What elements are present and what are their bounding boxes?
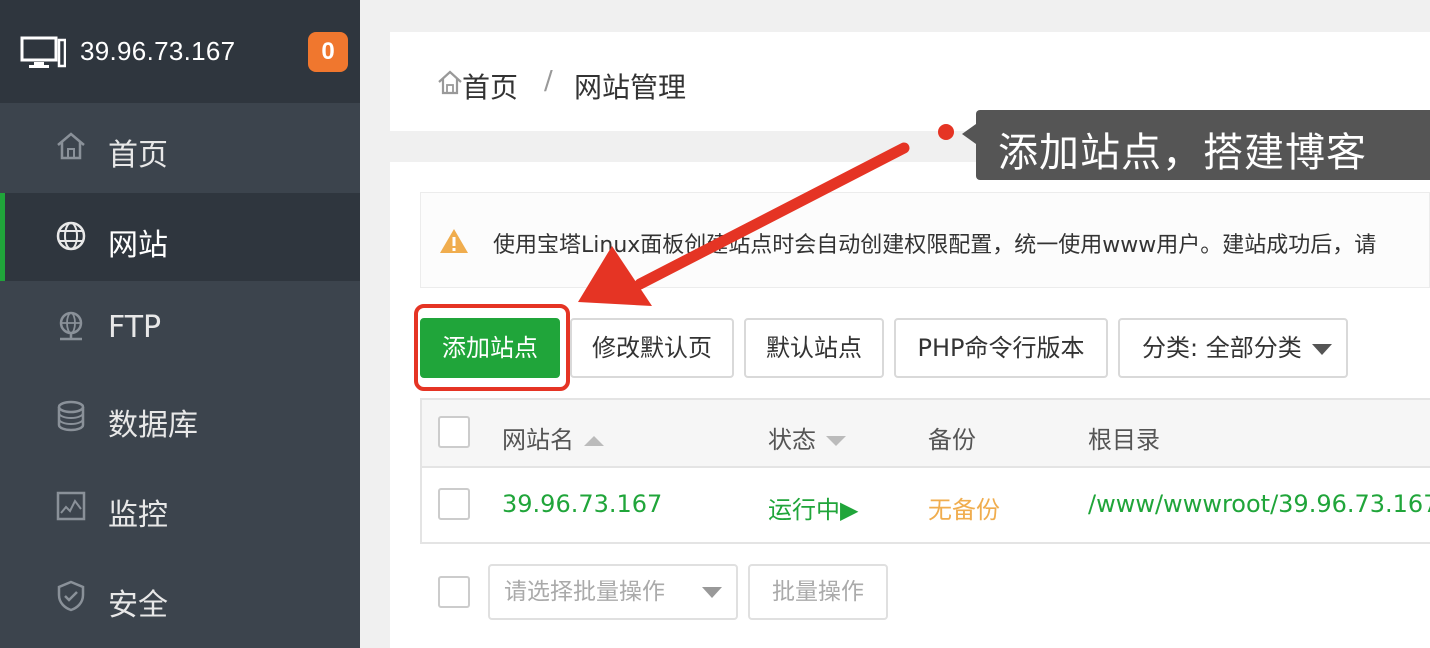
warning-icon (440, 229, 468, 253)
home-icon (438, 70, 462, 95)
breadcrumb-home-link[interactable]: 首页 (462, 66, 518, 106)
site-backup-link[interactable]: 无备份 (928, 490, 1000, 525)
batch-operation-placeholder: 请选择批量操作 (504, 579, 665, 605)
globe-icon (56, 221, 86, 251)
select-all-checkbox[interactable] (438, 416, 470, 448)
sidebar-item-label: FTP (108, 310, 162, 345)
sidebar-item-label: 数据库 (108, 408, 198, 443)
default-site-button[interactable]: 默认站点 (744, 318, 884, 378)
sidebar-item-database[interactable]: 数据库 (0, 373, 360, 461)
batch-select-all-checkbox[interactable] (438, 576, 470, 608)
php-cli-version-button[interactable]: PHP命令行版本 (894, 318, 1108, 378)
chevron-down-icon (1312, 344, 1332, 355)
server-header: 39.96.73.167 0 (0, 0, 360, 103)
site-management-panel: 使用宝塔Linux面板创建站点时会自动创建权限配置，统一使用www用户。建站成功… (390, 162, 1430, 648)
sidebar-item-security[interactable]: 安全 (0, 553, 360, 641)
sidebar-item-home[interactable]: 首页 (0, 103, 360, 191)
site-status-toggle[interactable]: 运行中▶ (768, 490, 858, 525)
site-root-link[interactable]: /www/wwwroot/39.96.73.167 (1088, 490, 1430, 518)
add-site-button[interactable]: 添加站点 (420, 318, 560, 378)
notice-text: 使用宝塔Linux面板创建站点时会自动创建权限配置，统一使用www用户。建站成功… (493, 233, 1377, 258)
sidebar-item-monitor[interactable]: 监控 (0, 463, 360, 551)
site-name-link[interactable]: 39.96.73.167 (502, 490, 662, 518)
chevron-down-icon (702, 587, 722, 598)
sidebar-item-label: 监控 (108, 498, 168, 533)
server-ip: 39.96.73.167 (80, 36, 236, 66)
sort-desc-icon (826, 436, 846, 446)
category-select[interactable]: 分类: 全部分类 (1118, 318, 1348, 378)
sidebar-item-ftp[interactable]: FTP (0, 283, 360, 371)
batch-operation-button[interactable]: 批量操作 (748, 564, 888, 620)
sidebar-item-website[interactable]: 网站 (0, 193, 360, 281)
sidebar-item-label: 首页 (108, 138, 168, 173)
column-header-root: 根目录 (1088, 426, 1160, 454)
column-header-name[interactable]: 网站名 (502, 420, 604, 455)
notification-badge[interactable]: 0 (308, 32, 348, 72)
breadcrumb-separator: / (544, 66, 553, 96)
breadcrumb-current: 网站管理 (574, 71, 687, 104)
table-row: 39.96.73.167 运行中▶ 无备份 /www/wwwroot/39.96… (422, 468, 1430, 542)
batch-operation-select[interactable]: 请选择批量操作 (488, 564, 738, 620)
database-icon (57, 400, 85, 432)
monitor-chart-icon (56, 491, 86, 521)
edit-default-page-button[interactable]: 修改默认页 (570, 318, 734, 378)
sort-asc-icon (584, 436, 604, 446)
ftp-icon (59, 311, 83, 341)
sidebar: 39.96.73.167 0 首页 网站 FTP 数据库 监控 安全 (0, 0, 360, 648)
server-monitor-icon (20, 36, 66, 68)
sidebar-item-label: 安全 (108, 588, 168, 623)
home-icon (57, 132, 85, 160)
notice-banner: 使用宝塔Linux面板创建站点时会自动创建权限配置，统一使用www用户。建站成功… (420, 192, 1430, 288)
sidebar-item-label: 网站 (108, 228, 168, 263)
column-header-backup: 备份 (928, 426, 976, 454)
shield-icon (57, 580, 85, 612)
annotation-callout-text: 添加站点，搭建博客 (998, 130, 1367, 176)
annotation-dot (938, 124, 954, 140)
annotation-callout: 添加站点，搭建博客 (962, 110, 1430, 180)
table-header: 网站名 状态 备份 根目录 (422, 400, 1430, 468)
column-header-status[interactable]: 状态 (768, 420, 846, 455)
site-table: 网站名 状态 备份 根目录 39.96.73.167 运行中▶ 无备份 /www… (420, 398, 1430, 544)
category-select-value: 分类: 全部分类 (1142, 334, 1302, 362)
row-checkbox[interactable] (438, 488, 470, 520)
